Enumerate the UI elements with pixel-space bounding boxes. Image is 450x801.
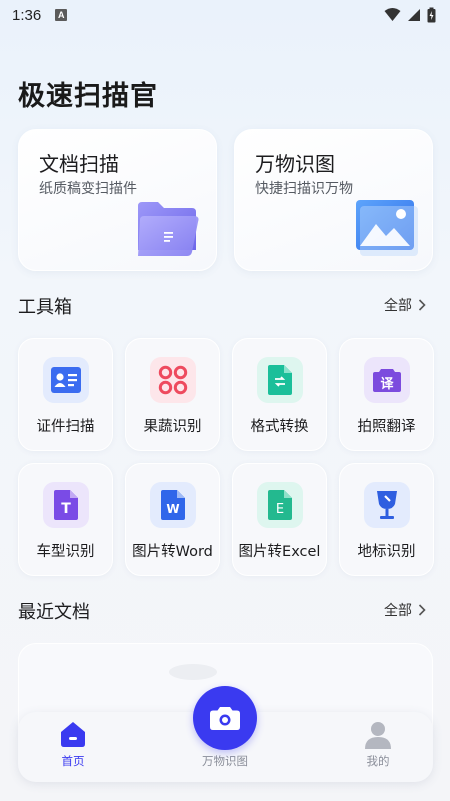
image-recognition-card[interactable]: 万物识图 快捷扫描识万物 bbox=[234, 129, 433, 271]
app-title: 极速扫描官 bbox=[18, 81, 158, 112]
fruit-dots-icon bbox=[150, 357, 196, 403]
tool-label: 格式转换 bbox=[250, 419, 309, 435]
tool-image-to-excel[interactable]: E 图片转Excel bbox=[232, 463, 327, 576]
tool-car-recognition[interactable]: T 车型识别 bbox=[18, 463, 113, 576]
card-subtitle: 纸质稿变扫描件 bbox=[39, 181, 137, 197]
tool-id-scan[interactable]: 证件扫描 bbox=[18, 338, 113, 451]
tool-photo-translate[interactable]: 译 拍照翻译 bbox=[339, 338, 434, 451]
wifi-icon bbox=[384, 8, 401, 21]
tool-label: 车型识别 bbox=[36, 544, 95, 560]
landmark-icon bbox=[364, 482, 410, 528]
tool-label: 果蔬识别 bbox=[143, 419, 202, 435]
card-title: 万物识图 bbox=[255, 152, 335, 176]
tool-label: 图片转Excel bbox=[238, 544, 321, 560]
tab-label: 万物识图 bbox=[202, 754, 248, 768]
svg-text:译: 译 bbox=[380, 377, 394, 392]
more-label: 全部 bbox=[384, 603, 412, 619]
camera-icon bbox=[210, 707, 240, 730]
notification-icon: A bbox=[55, 9, 68, 21]
svg-text:T: T bbox=[61, 501, 71, 517]
status-icons bbox=[384, 7, 436, 23]
tool-format-convert[interactable]: 格式转换 bbox=[232, 338, 327, 451]
tab-label: 首页 bbox=[61, 754, 85, 768]
svg-text:W: W bbox=[166, 502, 179, 516]
status-bar: 1:36 A bbox=[0, 0, 450, 30]
t-file-icon: T bbox=[43, 482, 89, 528]
image-icon bbox=[356, 200, 418, 256]
tool-landmark-recognition[interactable]: 地标识别 bbox=[339, 463, 434, 576]
excel-file-icon: E bbox=[257, 482, 303, 528]
home-icon bbox=[61, 722, 85, 747]
battery-icon bbox=[427, 7, 436, 23]
tool-label: 图片转Word bbox=[132, 544, 213, 560]
file-convert-icon bbox=[257, 357, 303, 403]
chevron-right-icon bbox=[418, 299, 426, 311]
camera-button[interactable] bbox=[193, 686, 257, 750]
recent-docs-more-button[interactable]: 全部 bbox=[384, 600, 426, 620]
more-label: 全部 bbox=[384, 298, 412, 314]
folder-icon bbox=[138, 202, 199, 256]
card-title: 文档扫描 bbox=[39, 152, 119, 176]
svg-text:E: E bbox=[276, 502, 284, 517]
recent-docs-title: 最近文档 bbox=[18, 602, 90, 623]
tab-mine[interactable]: 我的 bbox=[323, 712, 433, 782]
tool-image-to-word[interactable]: W 图片转Word bbox=[125, 463, 220, 576]
signal-icon bbox=[408, 9, 420, 21]
word-file-icon: W bbox=[150, 482, 196, 528]
user-icon bbox=[365, 722, 391, 749]
camera-translate-icon: 译 bbox=[364, 357, 410, 403]
toolbox-title: 工具箱 bbox=[18, 297, 72, 318]
tool-fruit-recognition[interactable]: 果蔬识别 bbox=[125, 338, 220, 451]
id-card-icon bbox=[43, 357, 89, 403]
card-subtitle: 快捷扫描识万物 bbox=[255, 181, 353, 197]
tool-label: 证件扫描 bbox=[36, 419, 95, 435]
toolbox-more-button[interactable]: 全部 bbox=[384, 295, 426, 315]
document-scan-card[interactable]: 文档扫描 纸质稿变扫描件 bbox=[18, 129, 217, 271]
empty-state-illustration bbox=[169, 664, 217, 680]
tab-home[interactable]: 首页 bbox=[18, 712, 128, 782]
tool-label: 拍照翻译 bbox=[357, 419, 416, 435]
tab-label: 我的 bbox=[366, 754, 390, 768]
status-time: 1:36 bbox=[12, 6, 42, 24]
chevron-right-icon bbox=[418, 604, 426, 616]
tool-label: 地标识别 bbox=[357, 544, 416, 560]
